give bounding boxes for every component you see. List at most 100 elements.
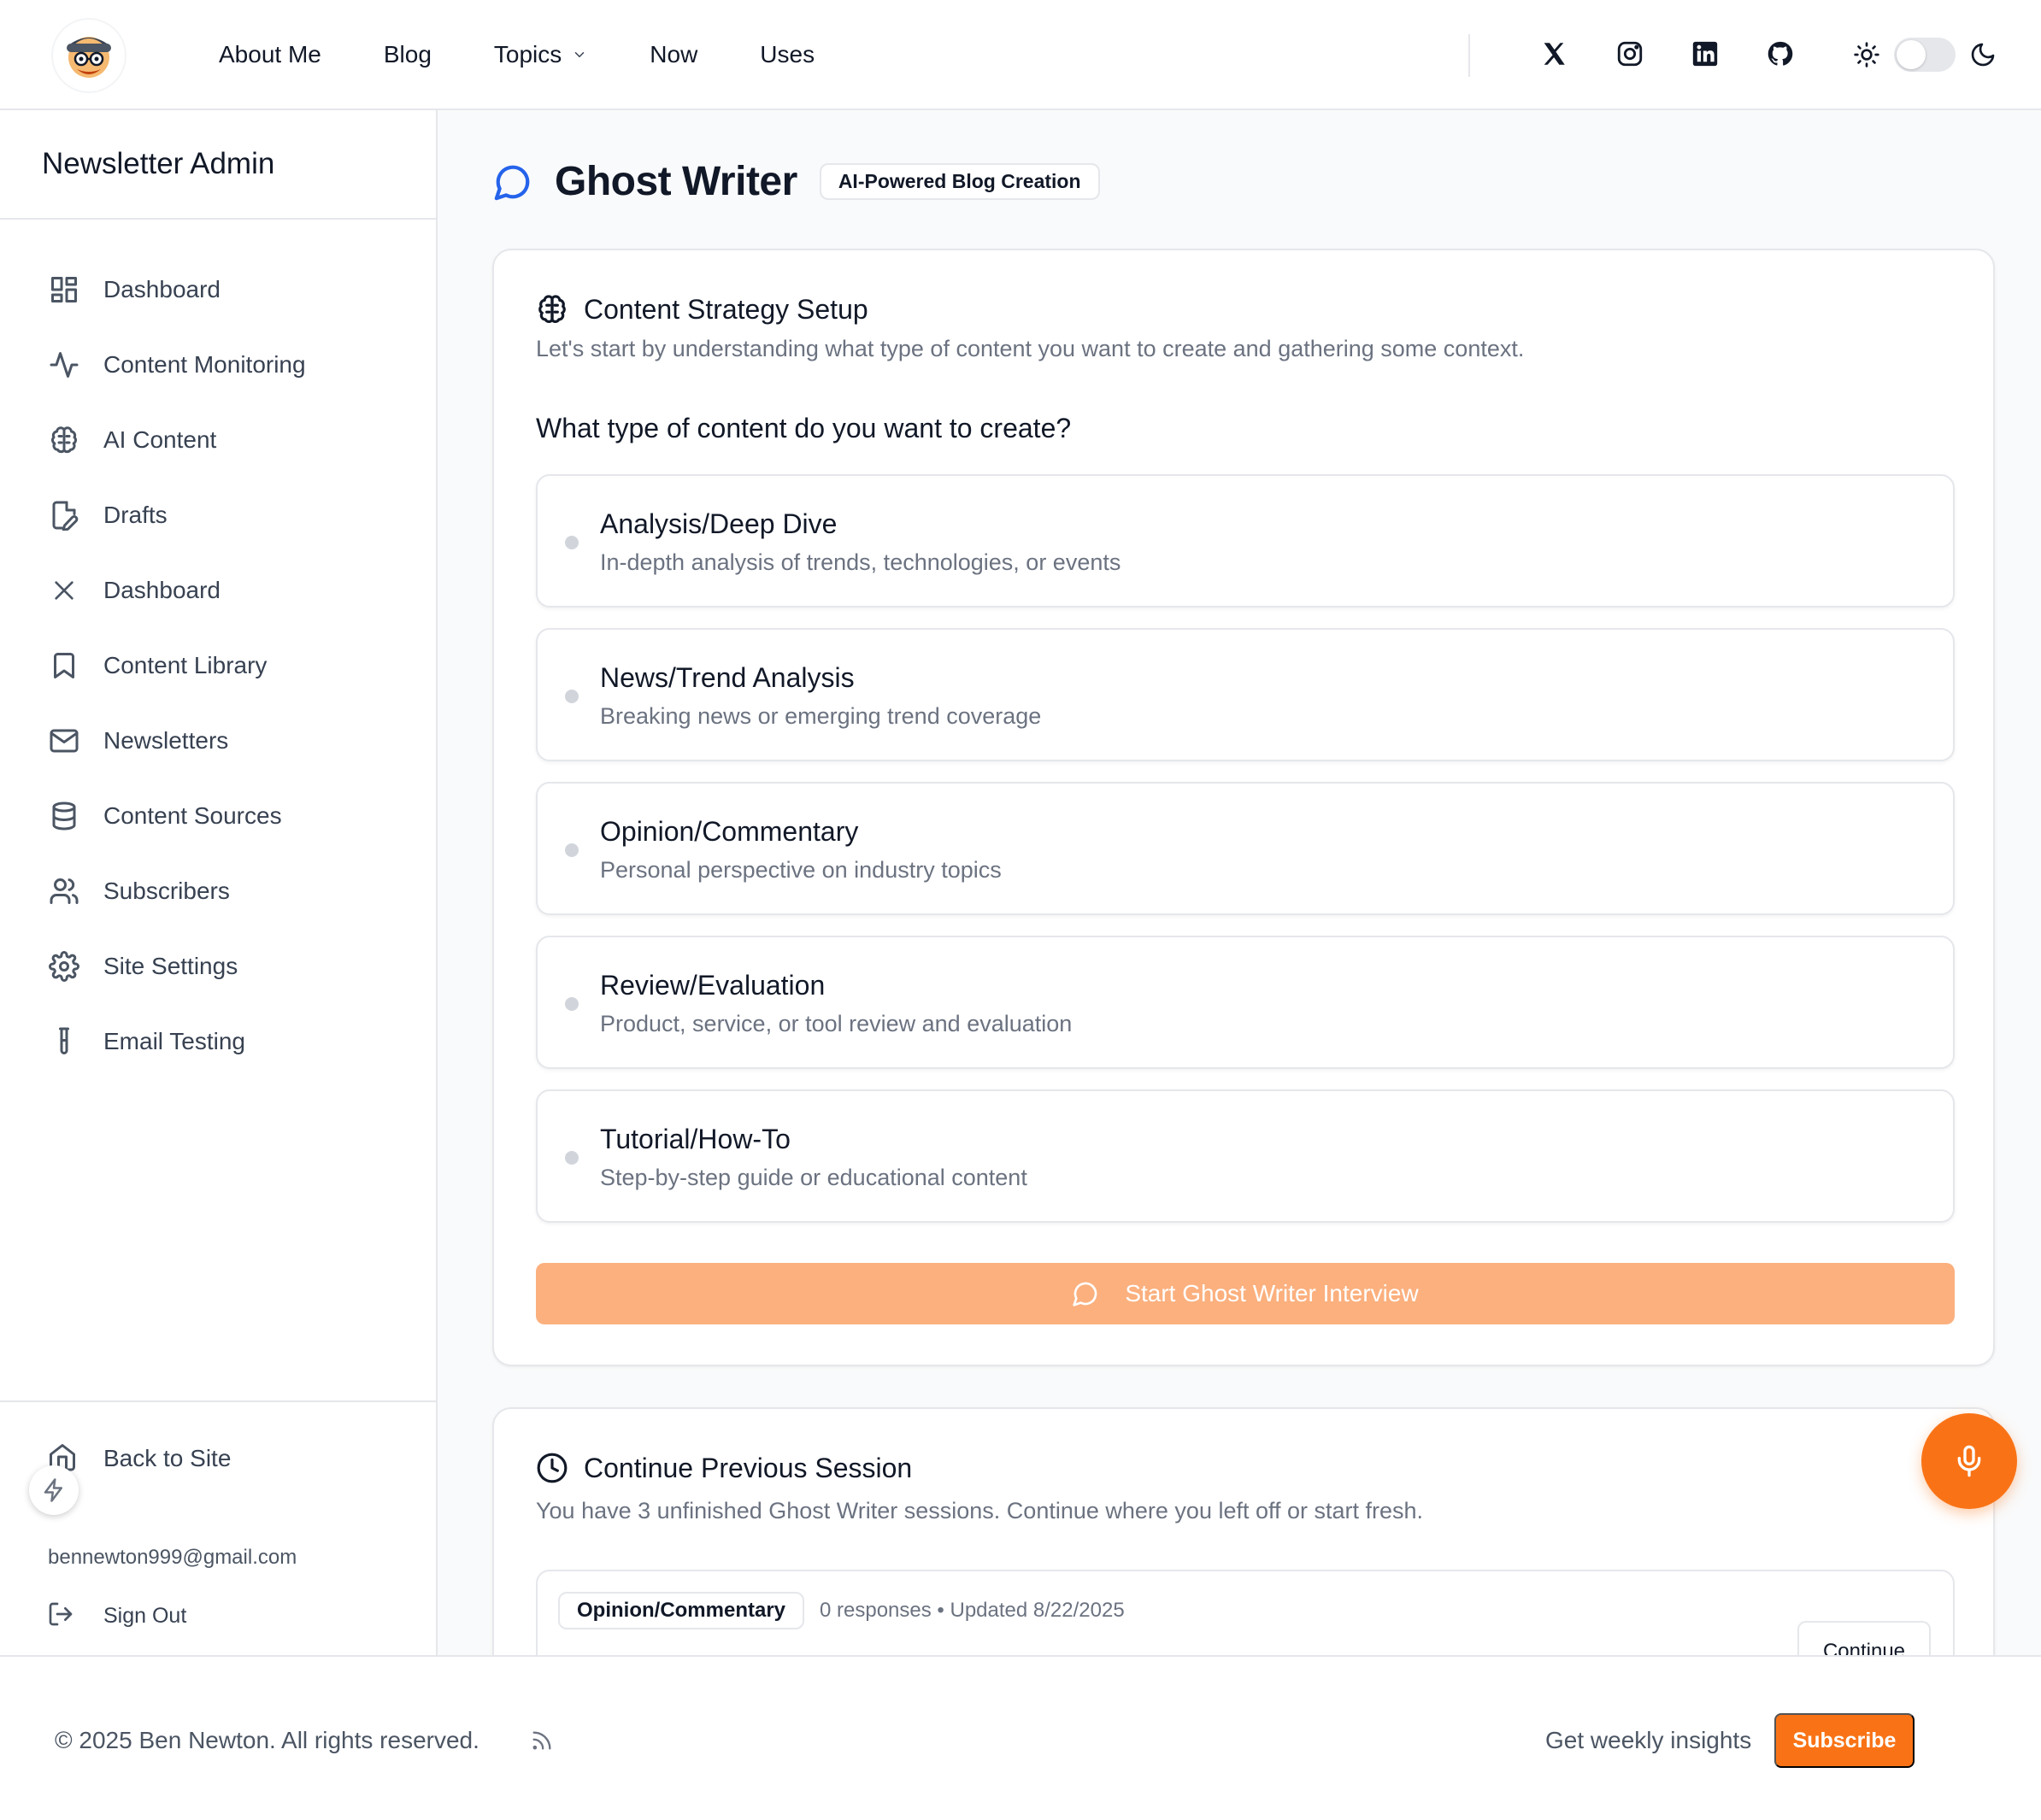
chevron-down-icon <box>572 47 587 62</box>
content-type-option[interactable]: News/Trend Analysis Breaking news or eme… <box>536 628 1955 761</box>
moon-icon <box>1969 41 1997 68</box>
session-type-badge: Opinion/Commentary <box>558 1592 805 1629</box>
sidebar-item-subscribers[interactable]: Subscribers <box>0 854 436 929</box>
radio-indicator <box>565 690 579 703</box>
content-type-option[interactable]: Analysis/Deep Dive In-depth analysis of … <box>536 474 1955 608</box>
radio-indicator <box>565 1151 579 1165</box>
nav-about-me[interactable]: About Me <box>219 41 321 68</box>
sidebar-item-dashboard-x[interactable]: Dashboard <box>0 553 436 628</box>
sidebar-title: Newsletter Admin <box>0 110 436 220</box>
github-icon[interactable] <box>1766 39 1797 70</box>
card-title: Continue Previous Session <box>584 1452 913 1483</box>
sidebar-item-label: Dashboard <box>103 577 221 603</box>
sidebar-item-email-testing[interactable]: Email Testing <box>0 1004 436 1079</box>
sidebar-item-content-monitoring[interactable]: Content Monitoring <box>0 327 436 402</box>
sidebar-item-label: Site Settings <box>103 953 238 979</box>
sign-out-button[interactable]: Sign Out <box>47 1600 186 1631</box>
test-tube-icon <box>47 1024 81 1059</box>
option-title: Opinion/Commentary <box>600 816 859 847</box>
option-description: Product, service, or tool review and eva… <box>600 1011 1073 1036</box>
brain-icon <box>47 423 81 457</box>
linkedin-icon[interactable] <box>1691 39 1721 70</box>
nav-topics-label: Topics <box>493 41 562 68</box>
nav-now[interactable]: Now <box>650 41 697 68</box>
content-type-option[interactable]: Tutorial/How-To Step-by-step guide or ed… <box>536 1089 1955 1223</box>
content-type-option[interactable]: Review/Evaluation Product, service, or t… <box>536 936 1955 1069</box>
sidebar-item-label: Newsletters <box>103 727 229 754</box>
sidebar-item-label: Content Monitoring <box>103 351 306 378</box>
microphone-icon <box>1957 1445 1981 1477</box>
lightning-icon <box>44 1478 62 1502</box>
option-description: Step-by-step guide or educational conten… <box>600 1165 1027 1190</box>
nav-topics[interactable]: Topics <box>494 41 587 68</box>
start-interview-button[interactable]: Start Ghost Writer Interview <box>536 1263 1955 1324</box>
card-description: Let's start by understanding what type o… <box>536 336 1525 361</box>
instagram-icon[interactable] <box>1615 39 1646 70</box>
content-type-question: What type of content do you want to crea… <box>536 413 1072 443</box>
card-header: Content Strategy Setup <box>536 293 868 326</box>
nav-divider <box>1468 34 1470 77</box>
subscribe-button[interactable]: Subscribe <box>1774 1713 1915 1768</box>
sidebar-menu: Dashboard Content Monitoring AI Content … <box>0 252 436 1079</box>
option-description: In-depth analysis of trends, technologie… <box>600 549 1121 575</box>
file-edit-icon <box>47 498 81 532</box>
sign-out-label: Sign Out <box>103 1603 187 1628</box>
sidebar-item-site-settings[interactable]: Site Settings <box>0 929 436 1004</box>
previous-session-card: Continue Previous Session You have 3 unf… <box>492 1407 1995 1655</box>
sidebar-item-label: Subscribers <box>103 878 230 904</box>
sidebar-item-label: Content Sources <box>103 802 282 829</box>
gear-icon <box>47 949 81 983</box>
sidebar-item-dashboard[interactable]: Dashboard <box>0 252 436 327</box>
radio-indicator <box>565 843 579 857</box>
content-strategy-card: Content Strategy Setup Let's start by un… <box>492 249 1995 1366</box>
activity-icon <box>47 348 81 382</box>
site-footer: © 2025 Ben Newton. All rights reserved. … <box>0 1655 2041 1820</box>
session-meta: 0 responses • Updated 8/22/2025 <box>820 1599 1125 1622</box>
radio-indicator <box>565 536 579 549</box>
page-badge: AI-Powered Blog Creation <box>819 163 1100 200</box>
x-icon[interactable] <box>1539 39 1570 70</box>
users-icon <box>47 874 81 908</box>
sidebar-item-label: AI Content <box>103 426 217 453</box>
sun-icon <box>1853 41 1880 68</box>
page-title: Ghost Writer <box>555 159 797 204</box>
content-type-option[interactable]: Opinion/Commentary Personal perspective … <box>536 782 1955 915</box>
page-header: Ghost Writer AI-Powered Blog Creation <box>493 158 1100 205</box>
sidebar-item-content-sources[interactable]: Content Sources <box>0 778 436 854</box>
site-logo-avatar[interactable] <box>51 18 126 93</box>
sidebar-item-ai-content[interactable]: AI Content <box>0 402 436 478</box>
nav-uses[interactable]: Uses <box>760 41 815 68</box>
x-close-icon <box>47 573 81 608</box>
theme-toggle[interactable] <box>1894 38 1956 72</box>
brain-icon <box>536 293 568 326</box>
main-content: Ghost Writer AI-Powered Blog Creation Co… <box>438 110 2041 1655</box>
option-title: Review/Evaluation <box>600 970 826 1001</box>
radio-indicator <box>565 997 579 1011</box>
message-circle-icon <box>1072 1280 1099 1307</box>
session-item: Opinion/Commentary 0 responses • Updated… <box>536 1570 1955 1655</box>
card-header: Continue Previous Session <box>536 1452 912 1484</box>
sidebar-item-newsletters[interactable]: Newsletters <box>0 703 436 778</box>
option-title: News/Trend Analysis <box>600 662 855 693</box>
sidebar-footer: Back to Site bennewton999@gmail.com Sign… <box>0 1400 436 1655</box>
clock-icon <box>536 1452 568 1484</box>
sidebar-item-content-library[interactable]: Content Library <box>0 628 436 703</box>
bookmark-icon <box>47 649 81 683</box>
lightning-button[interactable] <box>29 1465 79 1515</box>
message-circle-icon <box>493 162 532 202</box>
sidebar-item-drafts[interactable]: Drafts <box>0 478 436 553</box>
main-nav: About Me Blog Topics Now Uses <box>219 0 877 109</box>
sidebar-item-label: Dashboard <box>103 276 221 302</box>
admin-sidebar: Newsletter Admin Dashboard Content Monit… <box>0 110 438 1655</box>
back-to-site-link[interactable]: Back to Site <box>47 1441 231 1476</box>
voice-input-button[interactable] <box>1921 1413 2017 1509</box>
nav-blog[interactable]: Blog <box>384 41 432 68</box>
top-navbar: About Me Blog Topics Now Uses <box>0 0 2041 110</box>
start-interview-label: Start Ghost Writer Interview <box>1125 1280 1419 1306</box>
dashboard-icon <box>47 273 81 307</box>
option-description: Personal perspective on industry topics <box>600 857 1002 883</box>
option-title: Tutorial/How-To <box>600 1124 791 1154</box>
sidebar-item-label: Content Library <box>103 652 268 678</box>
rss-icon[interactable] <box>530 1729 554 1752</box>
continue-session-button[interactable]: Continue <box>1797 1621 1931 1655</box>
